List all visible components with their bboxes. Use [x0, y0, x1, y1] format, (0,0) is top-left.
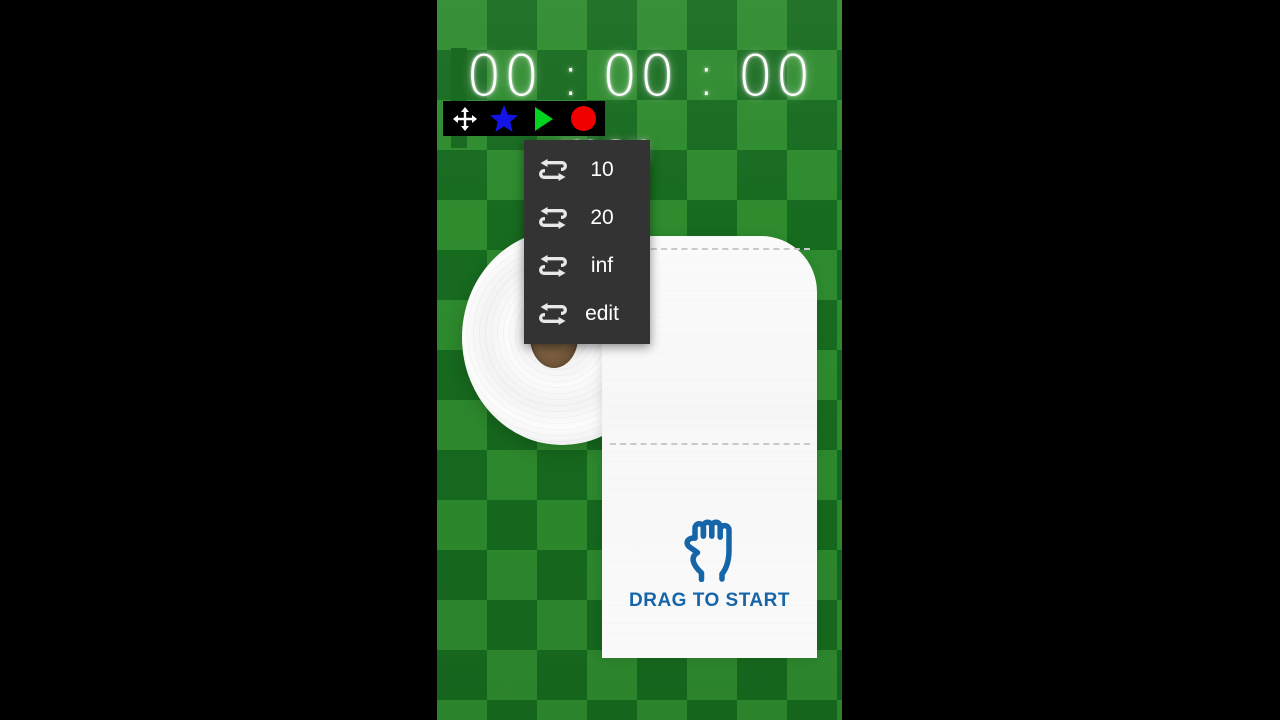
grab-hand-icon	[683, 519, 732, 582]
favorite-button[interactable]	[487, 104, 521, 134]
screen-root: 00 : 00 : 00 man	[0, 0, 1280, 720]
move-arrows-icon	[452, 106, 477, 131]
timer-display: 00 : 00 : 00	[466, 44, 813, 109]
drag-to-start-block[interactable]: DRAG TO START	[602, 512, 817, 612]
repeat-icon	[538, 255, 572, 277]
repeat-icon	[538, 303, 572, 325]
repeat-icon	[538, 159, 572, 181]
play-icon	[534, 106, 553, 131]
drag-to-start-label: DRAG TO START	[629, 590, 790, 611]
play-button[interactable]	[527, 104, 561, 134]
menu-item-edit[interactable]: edit	[524, 290, 650, 338]
perforation-line-bottom	[610, 443, 810, 445]
repeat-count-menu[interactable]: 10 20 inf edit	[524, 140, 650, 344]
game-viewport: 00 : 00 : 00 man	[437, 0, 842, 720]
record-button[interactable]	[566, 104, 600, 134]
menu-item-label: inf	[590, 254, 614, 277]
menu-item-label: edit	[585, 302, 619, 325]
repeat-icon	[538, 207, 572, 229]
letterbox-right	[842, 0, 1280, 720]
record-icon	[570, 106, 596, 131]
menu-item-label: 20	[590, 206, 614, 229]
star-icon	[490, 105, 519, 132]
menu-item-20[interactable]: 20	[524, 194, 650, 242]
letterbox-left	[0, 0, 437, 720]
overlay-recorder-toolbar[interactable]	[443, 101, 605, 136]
move-handle-button[interactable]	[448, 104, 482, 134]
menu-item-10[interactable]: 10	[524, 146, 650, 194]
menu-item-label: 10	[590, 158, 614, 181]
menu-item-inf[interactable]: inf	[524, 242, 650, 290]
